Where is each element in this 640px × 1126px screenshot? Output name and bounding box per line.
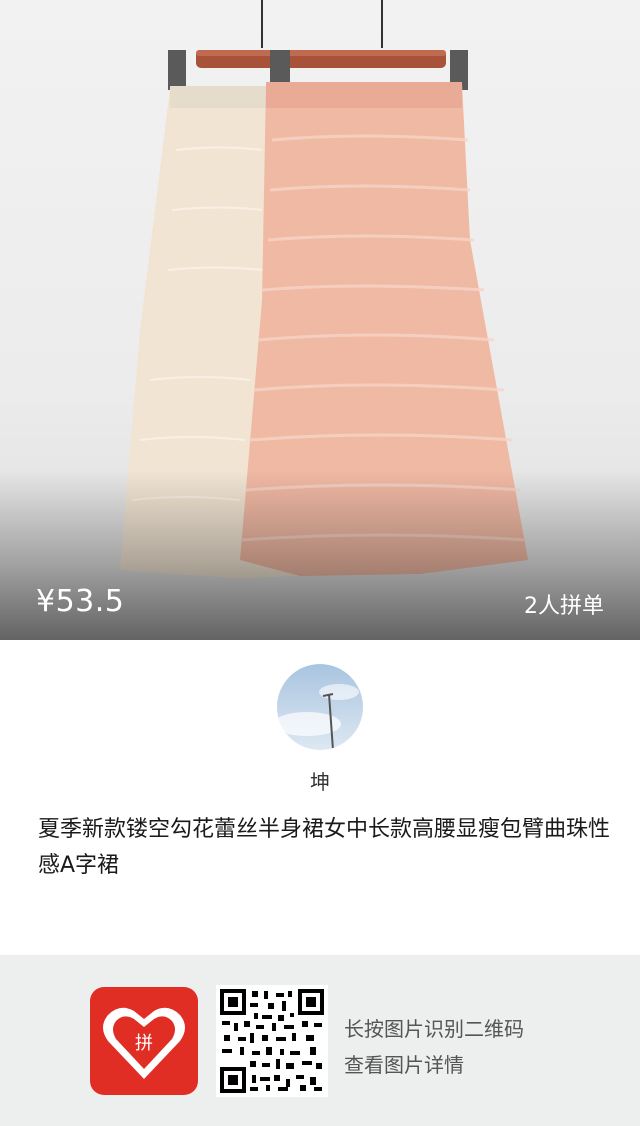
pinduoduo-logo: 拼 (90, 987, 198, 1095)
share-card: ¥53.5 2人拼单 坤 夏季新款镂空勾花蕾丝半身裙女中长款高腰显瘦包臂曲珠性感… (0, 0, 640, 1126)
qr-code[interactable] (216, 985, 328, 1097)
heart-logo-icon: 拼 (103, 1007, 185, 1079)
author-name: 坤 (310, 770, 330, 794)
qr-code-icon (220, 989, 324, 1093)
logo-text: 拼 (135, 1033, 153, 1054)
footer: 拼 长按图片识别二维码 查看图片详情 (0, 955, 640, 1126)
sky-photo-icon (277, 664, 363, 750)
group-buy-label: 2人拼单 (524, 594, 604, 619)
qr-hint-line1: 长按图片识别二维码 (344, 1017, 524, 1041)
product-image[interactable]: ¥53.5 2人拼单 (0, 0, 640, 640)
product-title: 夏季新款镂空勾花蕾丝半身裙女中长款高腰显瘦包臂曲珠性感A字裙 (38, 817, 611, 878)
avatar[interactable] (277, 664, 363, 750)
qr-hint-line2: 查看图片详情 (344, 1053, 464, 1077)
price-label: ¥53.5 (36, 584, 125, 619)
